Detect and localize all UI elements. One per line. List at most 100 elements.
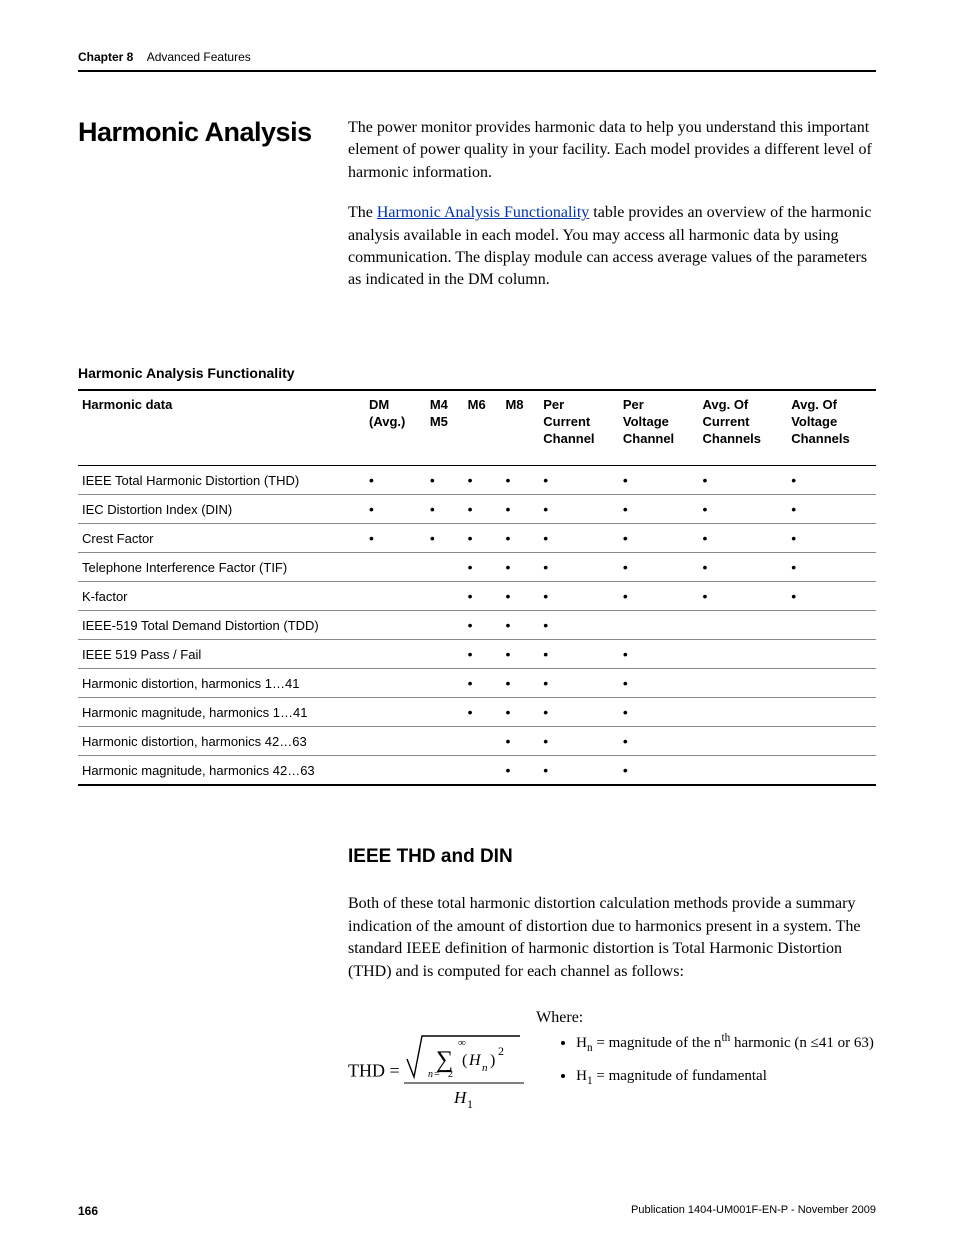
row-cell: •: [501, 756, 539, 786]
row-cell: •: [501, 669, 539, 698]
row-cell: •: [539, 553, 619, 582]
row-cell: [787, 611, 876, 640]
row-cell: •: [539, 466, 619, 495]
table-row: Harmonic distortion, harmonics 1…41••••: [78, 669, 876, 698]
intro-paragraph-2: The Harmonic Analysis Functionality tabl…: [348, 202, 876, 292]
table-row: K-factor••••••: [78, 582, 876, 611]
row-cell: •: [699, 582, 788, 611]
row-cell: •: [619, 524, 699, 553]
row-cell: •: [426, 524, 464, 553]
table-title: Harmonic Analysis Functionality: [78, 365, 876, 381]
row-cell: •: [699, 495, 788, 524]
row-cell: •: [619, 727, 699, 756]
row-cell: •: [539, 698, 619, 727]
row-cell: •: [464, 669, 502, 698]
row-label: Harmonic magnitude, harmonics 1…41: [78, 698, 365, 727]
row-cell: [365, 698, 426, 727]
row-cell: [426, 611, 464, 640]
row-cell: •: [619, 756, 699, 786]
table-row: IEEE 519 Pass / Fail••••: [78, 640, 876, 669]
svg-text:2: 2: [498, 1044, 504, 1058]
row-cell: [787, 640, 876, 669]
row-cell: •: [501, 611, 539, 640]
harmonic-functionality-link[interactable]: Harmonic Analysis Functionality: [377, 204, 589, 221]
row-cell: •: [539, 524, 619, 553]
chapter-label: Chapter 8: [78, 50, 133, 64]
row-label: Harmonic magnitude, harmonics 42…63: [78, 756, 365, 786]
row-label: Telephone Interference Factor (TIF): [78, 553, 365, 582]
col-m8: M8: [501, 390, 539, 466]
table-row: Harmonic magnitude, harmonics 42…63•••: [78, 756, 876, 786]
row-cell: [426, 553, 464, 582]
row-cell: •: [365, 524, 426, 553]
where-item-1: Hn = magnitude of the nth harmonic (n ≤4…: [576, 1031, 874, 1056]
table-row: Harmonic magnitude, harmonics 1…41••••: [78, 698, 876, 727]
row-cell: •: [787, 582, 876, 611]
row-cell: •: [501, 466, 539, 495]
page-footer: 166 Publication 1404-UM001F-EN-P - Novem…: [78, 1204, 876, 1218]
page-number: 166: [78, 1204, 98, 1218]
row-cell: •: [539, 756, 619, 786]
row-cell: •: [619, 553, 699, 582]
row-cell: •: [539, 669, 619, 698]
row-cell: [426, 669, 464, 698]
row-cell: [365, 582, 426, 611]
row-label: IEEE-519 Total Demand Distortion (TDD): [78, 611, 365, 640]
row-cell: [365, 669, 426, 698]
svg-text:1: 1: [467, 1097, 473, 1109]
row-cell: •: [464, 611, 502, 640]
row-cell: [365, 611, 426, 640]
row-cell: •: [619, 640, 699, 669]
row-cell: •: [619, 495, 699, 524]
row-cell: •: [619, 698, 699, 727]
where-item-2: H1 = magnitude of fundamental: [576, 1066, 874, 1089]
row-cell: [365, 640, 426, 669]
row-cell: •: [539, 495, 619, 524]
row-cell: [365, 727, 426, 756]
row-cell: •: [699, 553, 788, 582]
publication-id: Publication 1404-UM001F-EN-P - November …: [631, 1204, 876, 1218]
svg-text:(: (: [462, 1052, 467, 1069]
row-cell: •: [699, 466, 788, 495]
chapter-title: Advanced Features: [147, 50, 251, 64]
row-cell: •: [464, 553, 502, 582]
row-cell: •: [501, 640, 539, 669]
row-cell: [787, 669, 876, 698]
row-cell: •: [365, 495, 426, 524]
row-cell: •: [464, 698, 502, 727]
svg-text:n: n: [482, 1062, 488, 1074]
row-label: IEEE Total Harmonic Distortion (THD): [78, 466, 365, 495]
row-label: Harmonic distortion, harmonics 1…41: [78, 669, 365, 698]
row-cell: •: [365, 466, 426, 495]
row-cell: •: [539, 582, 619, 611]
row-cell: •: [787, 495, 876, 524]
harmonic-functionality-table: Harmonic data DM(Avg.) M4M5 M6 M8 PerCur…: [78, 389, 876, 787]
col-per-voltage: PerVoltageChannel: [619, 390, 699, 466]
row-cell: •: [619, 669, 699, 698]
row-cell: •: [539, 640, 619, 669]
table-row: Harmonic distortion, harmonics 42…63•••: [78, 727, 876, 756]
svg-text:H: H: [468, 1052, 482, 1069]
row-cell: [787, 756, 876, 786]
row-cell: •: [699, 524, 788, 553]
row-cell: [426, 582, 464, 611]
svg-text:∞: ∞: [458, 1037, 466, 1049]
row-cell: •: [464, 582, 502, 611]
row-cell: [426, 640, 464, 669]
row-cell: •: [501, 495, 539, 524]
col-avg-voltage: Avg. OfVoltageChannels: [787, 390, 876, 466]
svg-text:): ): [490, 1052, 495, 1069]
row-cell: •: [539, 611, 619, 640]
thd-formula: THD = ∑ ∞ n = 2 (: [348, 1009, 524, 1114]
svg-text:n: n: [428, 1069, 433, 1080]
row-cell: •: [501, 727, 539, 756]
row-cell: •: [501, 582, 539, 611]
row-cell: •: [787, 524, 876, 553]
subsection-paragraph: Both of these total harmonic distortion …: [348, 893, 876, 983]
row-cell: •: [464, 495, 502, 524]
row-cell: •: [464, 524, 502, 553]
row-cell: [699, 727, 788, 756]
table-row: Telephone Interference Factor (TIF)•••••…: [78, 553, 876, 582]
row-cell: [787, 698, 876, 727]
col-per-current: PerCurrentChannel: [539, 390, 619, 466]
